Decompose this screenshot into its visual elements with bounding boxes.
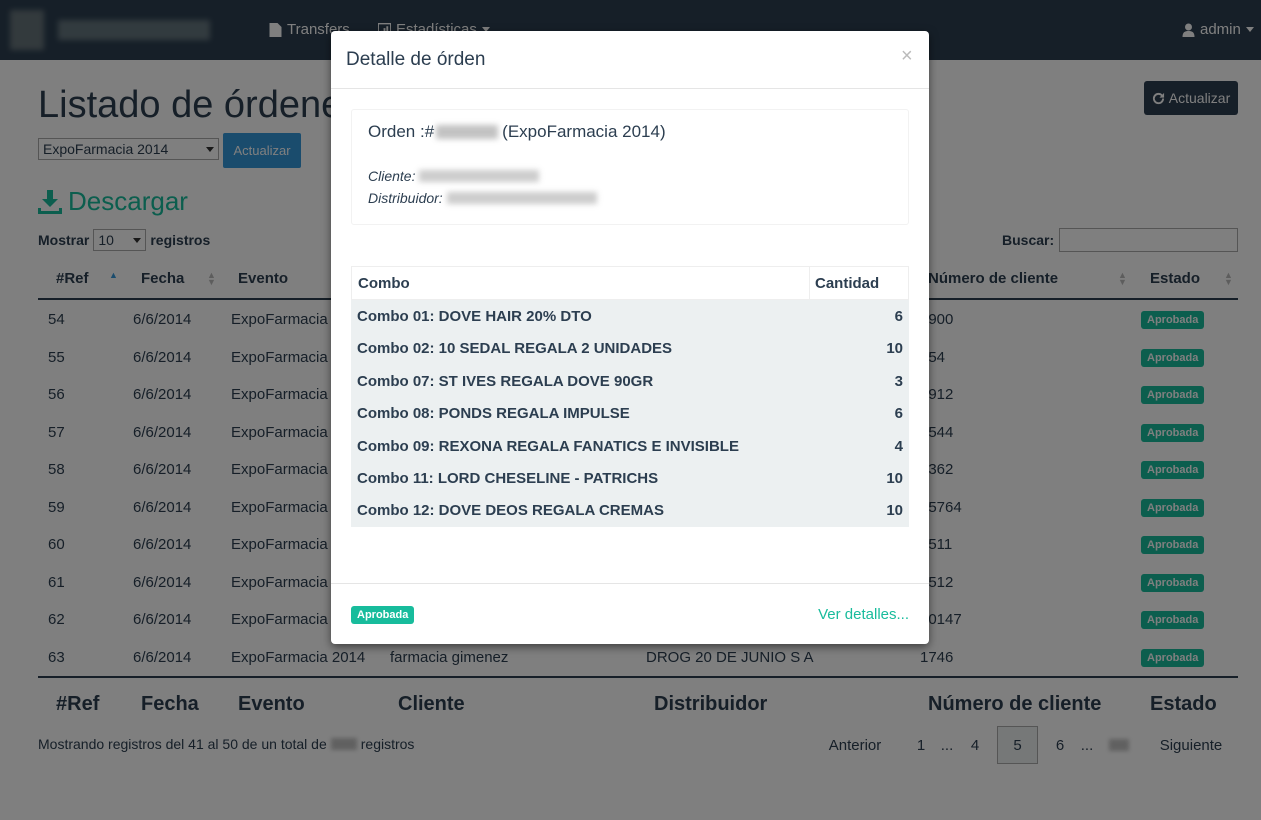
combo-name: Combo 09: REXONA REGALA FANATICS E INVIS… — [357, 437, 739, 455]
combo-row: Combo 08: PONDS REGALA IMPULSE 6 — [351, 397, 909, 429]
view-details-link[interactable]: Ver detalles... — [818, 606, 909, 623]
combo-row: Combo 09: REXONA REGALA FANATICS E INVIS… — [351, 430, 909, 462]
combo-row: Combo 02: 10 SEDAL REGALA 2 UNIDADES 10 — [351, 332, 909, 364]
combo-name: Combo 12: DOVE DEOS REGALA CREMAS — [357, 502, 664, 520]
combo-name: Combo 11: LORD CHESELINE - PATRICHS — [357, 469, 659, 487]
combo-name: Combo 08: PONDS REGALA IMPULSE — [357, 405, 630, 423]
combo-quantity: 10 — [886, 469, 903, 487]
order-client: Cliente: — [368, 168, 540, 184]
combo-quantity: 10 — [886, 340, 903, 358]
combo-table: Combo Cantidad Combo 01: DOVE HAIR 20% D… — [351, 266, 909, 527]
blurred-client — [419, 170, 540, 182]
close-icon[interactable]: × — [901, 45, 913, 68]
combo-quantity: 4 — [894, 437, 903, 455]
status-badge: Aprobada — [351, 606, 415, 624]
combo-row: Combo 12: DOVE DEOS REGALA CREMAS 10 — [351, 494, 909, 526]
order-summary: Orden :# (ExpoFarmacia 2014) Cliente: Di… — [351, 109, 909, 225]
order-heading: Orden :# (ExpoFarmacia 2014) — [368, 122, 666, 142]
order-prefix: Orden :# — [368, 122, 435, 141]
column-cantidad: Cantidad — [815, 275, 880, 292]
order-detail-modal: Detalle de órden × Orden :# (ExpoFarmaci… — [331, 31, 929, 644]
combo-name: Combo 02: 10 SEDAL REGALA 2 UNIDADES — [357, 340, 673, 358]
combo-quantity: 10 — [886, 502, 903, 520]
combo-name: Combo 07: ST IVES REGALA DOVE 90GR — [357, 372, 654, 390]
combo-quantity: 3 — [894, 372, 903, 390]
column-divider — [809, 267, 810, 300]
blurred-order-number — [436, 125, 499, 139]
combo-row: Combo 01: DOVE HAIR 20% DTO 6 — [351, 300, 909, 332]
combo-table-header: Combo Cantidad — [351, 266, 909, 300]
combo-quantity: 6 — [894, 405, 903, 423]
column-combo: Combo — [358, 275, 410, 292]
modal-title: Detalle de órden — [346, 49, 486, 70]
combo-name: Combo 01: DOVE HAIR 20% DTO — [357, 308, 592, 325]
combo-row: Combo 11: LORD CHESELINE - PATRICHS 10 — [351, 462, 909, 494]
combo-table-body: Combo 01: DOVE HAIR 20% DTO 6 Combo 02: 10… — [351, 300, 909, 527]
combo-quantity: 6 — [894, 308, 903, 325]
client-label: Cliente: — [368, 168, 416, 184]
distributor-label: Distribuidor: — [368, 190, 443, 206]
blurred-distributor — [446, 192, 597, 204]
combo-row: Combo 07: ST IVES REGALA DOVE 90GR 3 — [351, 365, 909, 397]
order-distributor: Distribuidor: — [368, 190, 597, 206]
order-event: (ExpoFarmacia 2014) — [502, 122, 666, 141]
modal-header: Detalle de órden × — [331, 31, 929, 89]
modal-footer: Aprobada Ver detalles... — [331, 583, 929, 644]
